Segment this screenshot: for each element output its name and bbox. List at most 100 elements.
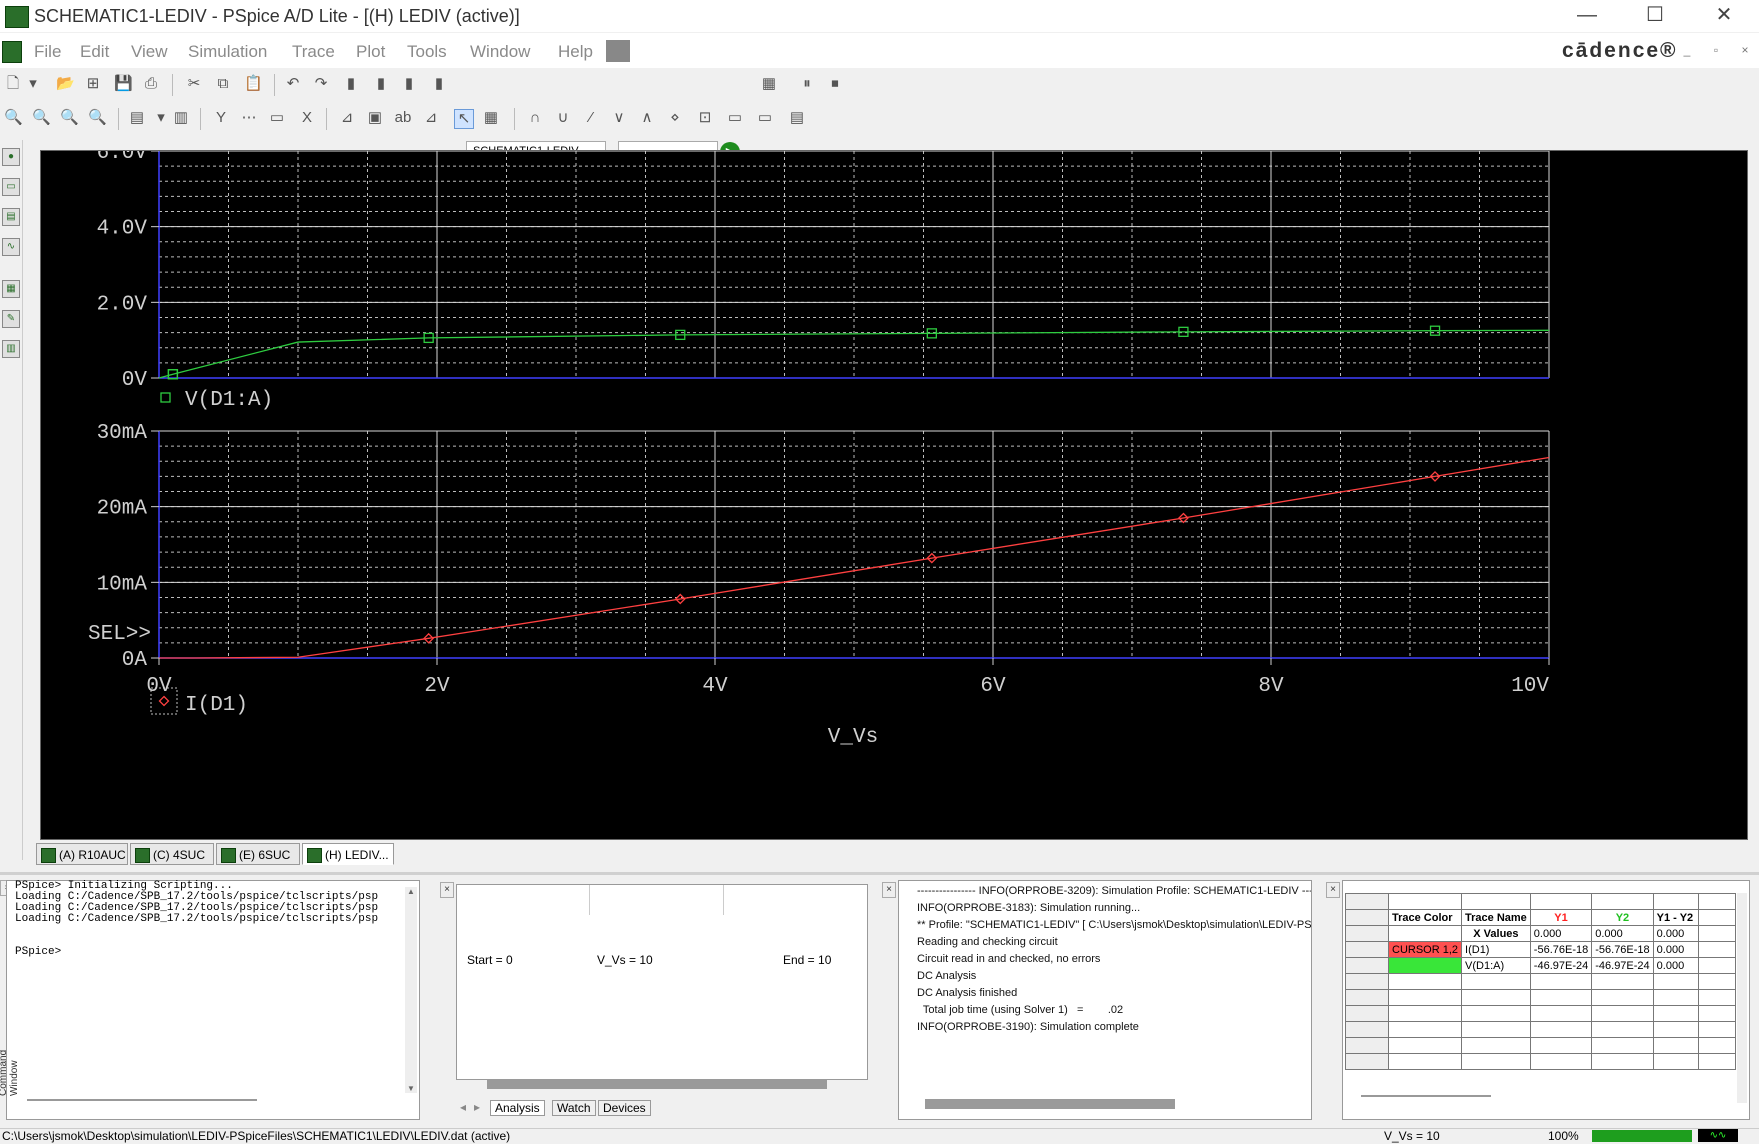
add-trace-icon[interactable]: ▭: [268, 109, 286, 127]
undo-icon[interactable]: ↶: [284, 75, 302, 93]
cursor-min-icon[interactable]: ∨: [610, 109, 628, 127]
grid-icon[interactable]: ▦: [482, 109, 500, 127]
log-y-icon[interactable]: Y: [212, 109, 230, 127]
minimize-button[interactable]: —: [1552, 0, 1622, 32]
progress-collapse-icon[interactable]: ×: [440, 882, 454, 898]
reports-icon[interactable]: ▥: [2, 340, 20, 358]
log-x-icon[interactable]: ▤: [128, 109, 146, 127]
zoom-fit-icon[interactable]: 🔍: [88, 109, 107, 127]
eval-measurement-icon[interactable]: X: [298, 109, 316, 127]
zoom-area-icon[interactable]: 🔍: [60, 109, 79, 127]
open-folder-icon[interactable]: 📂: [56, 75, 75, 93]
output-window[interactable]: ---------------- INFO(ORPROBE-3209): Sim…: [898, 880, 1312, 1120]
tab-6suc[interactable]: (E) 6SUC: [216, 843, 300, 865]
pause-icon[interactable]: ⏸: [798, 75, 816, 93]
tab-4suc[interactable]: (C) 4SUC: [130, 843, 214, 865]
table-row[interactable]: CURSOR 1,2 I(D1) -56.76E-18 -56.76E-18 0…: [1345, 941, 1736, 958]
probe-icon[interactable]: ●: [2, 148, 20, 166]
fourier-icon[interactable]: ▥: [172, 109, 190, 127]
print-icon[interactable]: ⎙: [142, 75, 160, 93]
cut-icon[interactable]: ✂: [185, 75, 203, 93]
zoom-out-icon[interactable]: 🔍: [32, 109, 51, 127]
panel-divider[interactable]: [0, 872, 1759, 875]
plot-window-icon[interactable]: ▣: [366, 109, 384, 127]
open-sim-icon[interactable]: ⊞: [84, 75, 102, 93]
menu-trace[interactable]: Trace: [292, 42, 335, 62]
new-dropdown-icon[interactable]: ▾: [24, 75, 42, 93]
cursor-search-icon[interactable]: ⊡: [696, 109, 714, 127]
cursor-slope-icon[interactable]: ⁄: [582, 109, 600, 127]
log-dropdown-icon[interactable]: ▾: [152, 109, 170, 127]
mdi-minimize-button[interactable]: _: [1677, 41, 1697, 59]
plot-window[interactable]: 6.0V 4.0V 2.0V 0V V(D1:A) 30mA 20mA 10mA 0A I(D1)…: [40, 150, 1748, 840]
table-row[interactable]: V(D1:A) -46.97E-24 -46.97E-24 0.000: [1345, 957, 1736, 974]
menu-help[interactable]: Help: [558, 42, 593, 62]
menu-plot[interactable]: Plot: [356, 42, 385, 62]
probe-horizontal-scrollbar[interactable]: [1361, 1095, 1491, 1097]
waveform-plot[interactable]: 6.0V 4.0V 2.0V 0V V(D1:A) 30mA 20mA 10mA 0A I(D1)…: [41, 151, 1747, 839]
performance-analysis-icon[interactable]: ⋯: [240, 109, 258, 127]
edit-icon[interactable]: ✎: [2, 310, 20, 328]
waveform-icon[interactable]: ∿: [2, 238, 20, 256]
menu-tools[interactable]: Tools: [407, 42, 447, 62]
select-pointer-icon[interactable]: ↖: [454, 109, 474, 129]
tab-scroll-right-icon[interactable]: ▸: [474, 1100, 480, 1114]
mdi-close-button[interactable]: ×: [1735, 41, 1755, 59]
menu-file[interactable]: File: [34, 42, 61, 62]
cursor-point-icon[interactable]: ⋄: [666, 109, 684, 127]
tab-devices[interactable]: Devices: [598, 1100, 651, 1116]
cmd-horizontal-scrollbar[interactable]: [27, 1099, 257, 1111]
cursor-table[interactable]: Trace Color Trace Name Y1 Y2 Y1 - Y2 X V…: [1345, 893, 1736, 1070]
output-collapse-icon[interactable]: ×: [882, 882, 896, 898]
next-transition-icon[interactable]: ▭: [726, 109, 744, 127]
menu-window[interactable]: Window: [470, 42, 530, 62]
paste-icon[interactable]: 📋: [244, 75, 263, 93]
command-output[interactable]: PSpice> Initializing Scripting... Loadin…: [15, 881, 378, 958]
cursor-max-icon[interactable]: ∧: [638, 109, 656, 127]
measure-icon[interactable]: ▦: [2, 280, 20, 298]
probe-collapse-icon[interactable]: ×: [1326, 882, 1340, 898]
trace-color-green[interactable]: [1387, 957, 1463, 974]
toggle-cursor-icon[interactable]: ⊿: [338, 109, 356, 127]
bookmark-add-icon[interactable]: ▮: [372, 75, 390, 93]
tab-watch[interactable]: Watch: [552, 1100, 596, 1116]
copy-icon[interactable]: ⧉: [214, 75, 232, 93]
help-box[interactable]: [606, 40, 630, 62]
bookmark-icon[interactable]: ▮: [342, 75, 360, 93]
menu-edit[interactable]: Edit: [80, 42, 109, 62]
progress-scrollbar[interactable]: [487, 1079, 827, 1089]
prev-transition-icon[interactable]: ▭: [756, 109, 774, 127]
redo-icon[interactable]: ↷: [312, 75, 330, 93]
menu-view[interactable]: View: [131, 42, 168, 62]
new-file-icon[interactable]: 🗋: [4, 75, 22, 93]
table-header-row: Trace Color Trace Name Y1 Y2 Y1 - Y2: [1345, 909, 1736, 926]
simulation-settings-icon[interactable]: ▦: [760, 75, 778, 93]
output-file-icon[interactable]: ▤: [2, 208, 20, 226]
bookmark-next-icon[interactable]: ▮: [400, 75, 418, 93]
probe-vertical-scrollbar[interactable]: [1737, 893, 1747, 1103]
mark-label-icon[interactable]: ▤: [788, 109, 806, 127]
command-window[interactable]: PSpice> Initializing Scripting... Loadin…: [6, 880, 420, 1120]
document-icon[interactable]: [2, 41, 22, 63]
cursor-peak-icon[interactable]: ∩: [526, 109, 544, 127]
trace-color-cursor[interactable]: CURSOR 1,2: [1387, 941, 1463, 958]
stop-icon[interactable]: ⏹: [826, 75, 844, 93]
mark-data-icon[interactable]: ⊿: [422, 109, 440, 127]
cursor-trough-icon[interactable]: ∪: [554, 109, 572, 127]
close-button[interactable]: ✕: [1689, 0, 1759, 32]
tab-r10auc[interactable]: (A) R10AUC: [36, 843, 128, 865]
output-scrollbar[interactable]: [925, 1099, 1175, 1109]
bookmark-clear-icon[interactable]: ▮: [430, 75, 448, 93]
tab-analysis[interactable]: Analysis: [490, 1100, 545, 1116]
text-label-icon[interactable]: ab: [394, 109, 412, 127]
menu-simulation[interactable]: Simulation: [188, 42, 267, 62]
zoom-in-icon[interactable]: 🔍: [4, 109, 23, 127]
probe-cursor-window[interactable]: Trace Color Trace Name Y1 Y2 Y1 - Y2 X V…: [1342, 880, 1750, 1120]
save-icon[interactable]: 💾: [114, 75, 133, 93]
notes-icon[interactable]: ▭: [2, 178, 20, 196]
maximize-button[interactable]: ☐: [1620, 0, 1690, 32]
tab-scroll-left-icon[interactable]: ◂: [460, 1100, 466, 1114]
mdi-restore-button[interactable]: ▫: [1706, 41, 1726, 59]
tab-lediv[interactable]: (H) LEDIV...: [302, 843, 394, 865]
cmd-vertical-scrollbar[interactable]: ▲ ▼: [405, 887, 417, 1093]
